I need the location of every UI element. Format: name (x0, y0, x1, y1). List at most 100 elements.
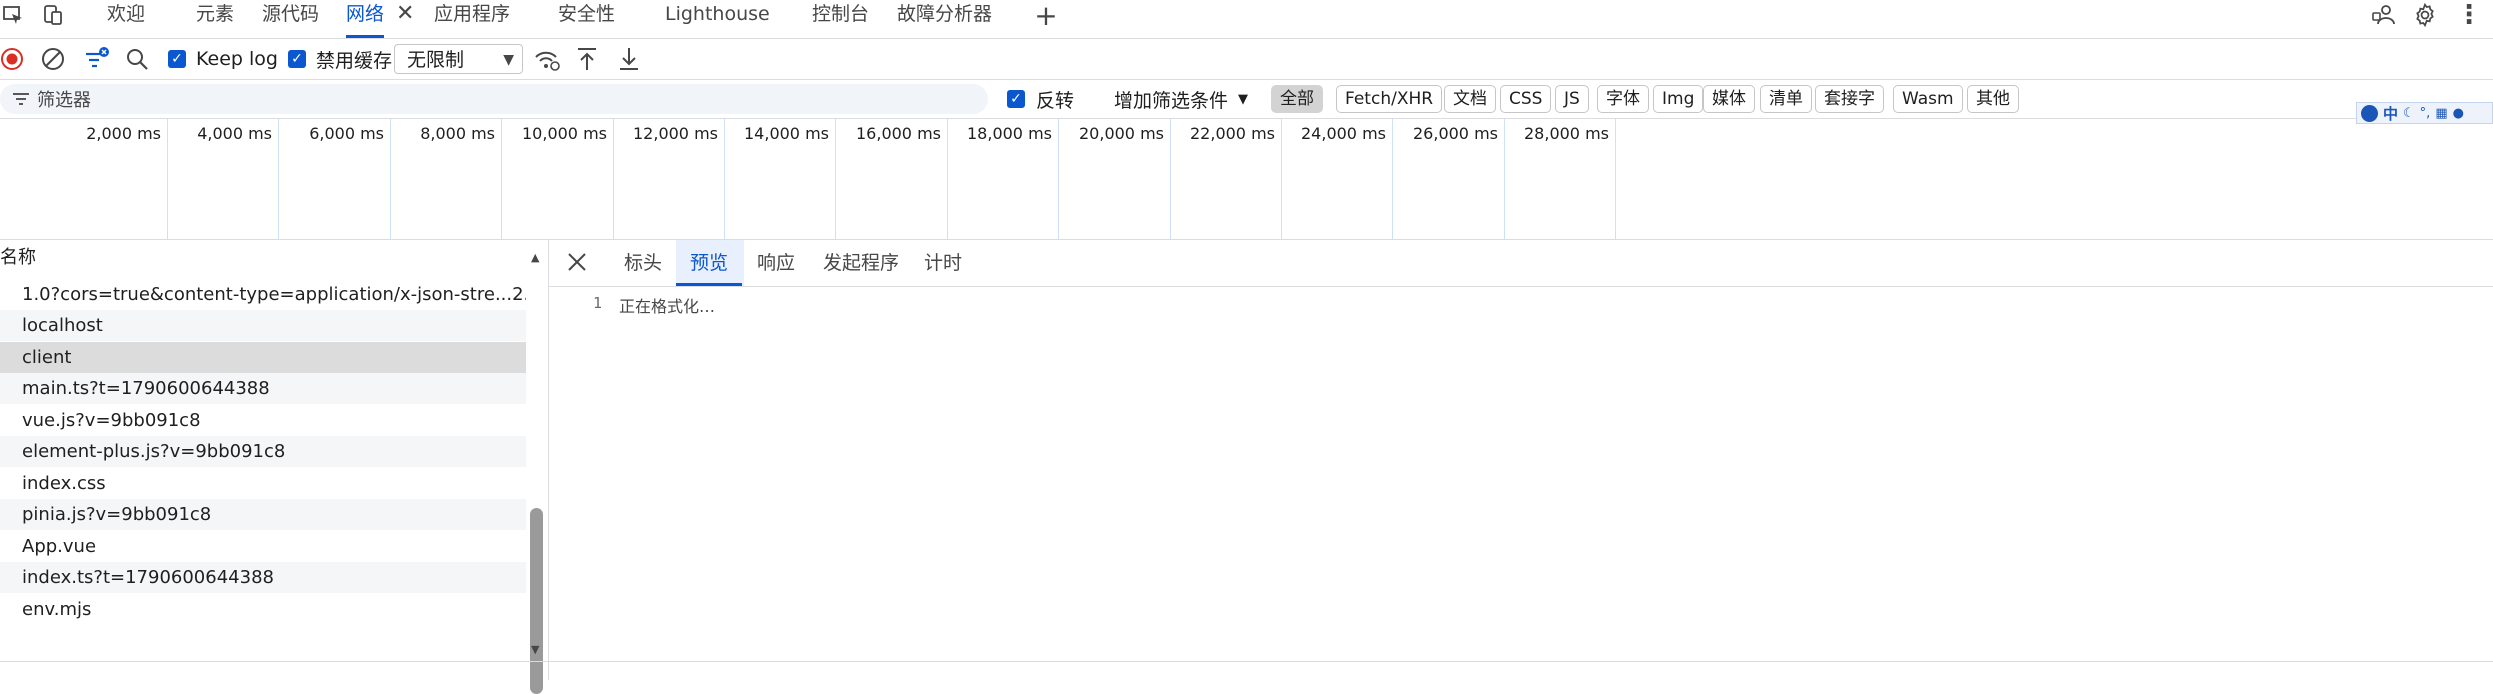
filter-type-js[interactable]: JS (1555, 85, 1589, 113)
table-row[interactable]: vue.js?v=9bb091c8 (0, 405, 526, 436)
table-row[interactable]: 1.0?cors=true&content-type=application/x… (0, 279, 526, 310)
filter-type-img[interactable]: Img (1653, 85, 1704, 113)
filter-type-other[interactable]: 其他 (1967, 85, 2019, 113)
table-row[interactable]: element-plus.js?v=9bb091c8 (0, 436, 526, 467)
tab-crash-analyzer[interactable]: 故障分析器 (897, 0, 992, 38)
table-row[interactable]: index.css (0, 468, 526, 499)
more-filters-label: 增加筛选条件 (1114, 89, 1229, 112)
detail-tab-bar: 标头 预览 响应 发起程序 计时 (549, 240, 2493, 287)
table-row[interactable]: main.ts?t=1790600644388 (0, 373, 526, 404)
timeline-tick-label: 24,000 ms (1301, 124, 1386, 143)
filter-options-icon[interactable] (83, 45, 111, 73)
table-row[interactable]: App.vue (0, 531, 526, 562)
network-conditions-icon[interactable] (533, 47, 561, 73)
timeline-tick-label: 26,000 ms (1413, 124, 1498, 143)
checkmark-icon: ✓ (288, 50, 306, 68)
close-icon[interactable]: ✕ (396, 0, 414, 28)
timeline-overview[interactable]: 2,000 ms 4,000 ms 6,000 ms 8,000 ms 10,000 m… (0, 119, 2493, 240)
filter-type-fetch-xhr[interactable]: Fetch/XHR (1336, 85, 1443, 113)
customize-icon[interactable] (2370, 0, 2396, 30)
filter-input[interactable]: 筛选器 (0, 84, 988, 114)
tab-headers[interactable]: 标头 (624, 240, 662, 286)
filter-type-wasm[interactable]: Wasm (1893, 85, 1963, 113)
table-row[interactable]: client (0, 342, 526, 373)
keep-log-checkbox[interactable]: ✓ Keep log (168, 39, 278, 79)
filter-type-font[interactable]: 字体 (1597, 85, 1649, 113)
throttling-select[interactable]: 无限制 ▼ (394, 44, 523, 74)
checkmark-icon: ✓ (168, 50, 186, 68)
clear-icon[interactable] (41, 47, 65, 71)
tab-elements[interactable]: 元素 (196, 0, 234, 38)
tab-network[interactable]: 网络 ✕ (346, 0, 414, 38)
preview-status-text: 正在格式化… (619, 297, 716, 316)
import-har-icon[interactable] (576, 46, 598, 72)
tab-console[interactable]: 控制台 (812, 0, 869, 38)
tab-welcome[interactable]: 欢迎 (107, 0, 145, 38)
disable-cache-label: 禁用缓存 (316, 49, 393, 72)
filter-type-socket[interactable]: 套接字 (1815, 85, 1884, 113)
tab-application[interactable]: 应用程序 (434, 0, 510, 38)
filter-type-css[interactable]: CSS (1500, 85, 1552, 113)
timeline-tick-label: 4,000 ms (197, 124, 272, 143)
line-number: 1 (593, 294, 603, 312)
device-toolbar-icon[interactable] (40, 0, 66, 30)
tab-preview[interactable]: 预览 (675, 240, 743, 286)
status-bar-divider (0, 661, 548, 662)
request-list: 名称 ▲ 1.0?cors=true&content-type=applicat… (0, 240, 549, 694)
tab-network-label: 网络 (346, 3, 385, 25)
add-tab-icon[interactable]: + (1033, 0, 1059, 32)
invert-checkbox[interactable]: ✓ 反转 (1007, 80, 1074, 118)
timeline-tick-label: 28,000 ms (1524, 124, 1609, 143)
close-icon[interactable] (565, 250, 589, 278)
request-detail-panel: 标头 预览 响应 发起程序 计时 1 正在格式化… (549, 240, 2493, 680)
timeline-tick-label: 10,000 ms (522, 124, 607, 143)
keep-log-label: Keep log (196, 48, 278, 70)
scroll-down-icon[interactable]: ▼ (531, 643, 539, 656)
search-icon[interactable] (125, 47, 149, 71)
more-filters-dropdown[interactable]: 增加筛选条件 ▼ (1114, 80, 1248, 118)
column-header-label: 名称 (0, 247, 36, 268)
column-header-name[interactable]: 名称 ▲ (0, 240, 548, 276)
disable-cache-checkbox[interactable]: ✓ 禁用缓存 (288, 39, 392, 79)
timeline-tick-label: 2,000 ms (86, 124, 161, 143)
table-row[interactable]: pinia.js?v=9bb091c8 (0, 499, 526, 530)
record-stop-icon[interactable] (0, 47, 24, 71)
scroll-up-icon[interactable]: ▲ (531, 240, 539, 276)
invert-label: 反转 (1036, 89, 1075, 112)
chevron-down-icon: ▼ (1238, 91, 1249, 107)
timeline-tick-label: 8,000 ms (420, 124, 495, 143)
throttling-value: 无限制 (407, 49, 465, 71)
table-row[interactable]: localhost (0, 310, 526, 341)
timeline-tick-label: 22,000 ms (1190, 124, 1275, 143)
timeline-gridline (1615, 119, 1616, 239)
tab-response[interactable]: 响应 (757, 240, 795, 286)
filter-icon (12, 90, 30, 112)
filter-placeholder: 筛选器 (37, 90, 91, 111)
inspect-element-icon[interactable] (0, 0, 26, 30)
devtools-tab-bar: 欢迎 元素 源代码 网络 ✕ 应用程序 安全性 Lighthouse 控制台 故… (0, 0, 2493, 39)
tab-initiator[interactable]: 发起程序 (823, 240, 899, 286)
filter-bar: 筛选器 ✓ 反转 增加筛选条件 ▼ 全部 Fetch/XHR 文档 CSS JS… (0, 80, 2493, 119)
filter-type-manifest[interactable]: 清单 (1760, 85, 1812, 113)
network-toolbar: ✓ Keep log ✓ 禁用缓存 无限制 ▼ (0, 39, 2493, 80)
timeline-tick-label: 16,000 ms (856, 124, 941, 143)
settings-gear-icon[interactable] (2412, 0, 2438, 30)
timeline-tick-label: 12,000 ms (633, 124, 718, 143)
table-row[interactable]: env.mjs (0, 594, 526, 625)
chevron-down-icon: ▼ (503, 52, 514, 68)
export-har-icon[interactable] (618, 46, 640, 72)
checkmark-icon: ✓ (1007, 90, 1025, 108)
timeline-tick-label: 6,000 ms (309, 124, 384, 143)
tab-sources[interactable]: 源代码 (262, 0, 319, 38)
table-row[interactable]: index.ts?t=1790600644388 (0, 562, 526, 593)
tab-security[interactable]: 安全性 (558, 0, 615, 38)
more-options-icon[interactable]: ⋮ (2456, 0, 2482, 30)
filter-type-doc[interactable]: 文档 (1444, 85, 1496, 113)
timeline-tick-label: 14,000 ms (744, 124, 829, 143)
tab-timing[interactable]: 计时 (924, 240, 962, 286)
timeline-tick-label: 18,000 ms (967, 124, 1052, 143)
tab-lighthouse[interactable]: Lighthouse (665, 0, 770, 38)
filter-type-all[interactable]: 全部 (1271, 85, 1323, 113)
request-list-scrollbar[interactable] (530, 508, 543, 694)
filter-type-media[interactable]: 媒体 (1703, 85, 1755, 113)
